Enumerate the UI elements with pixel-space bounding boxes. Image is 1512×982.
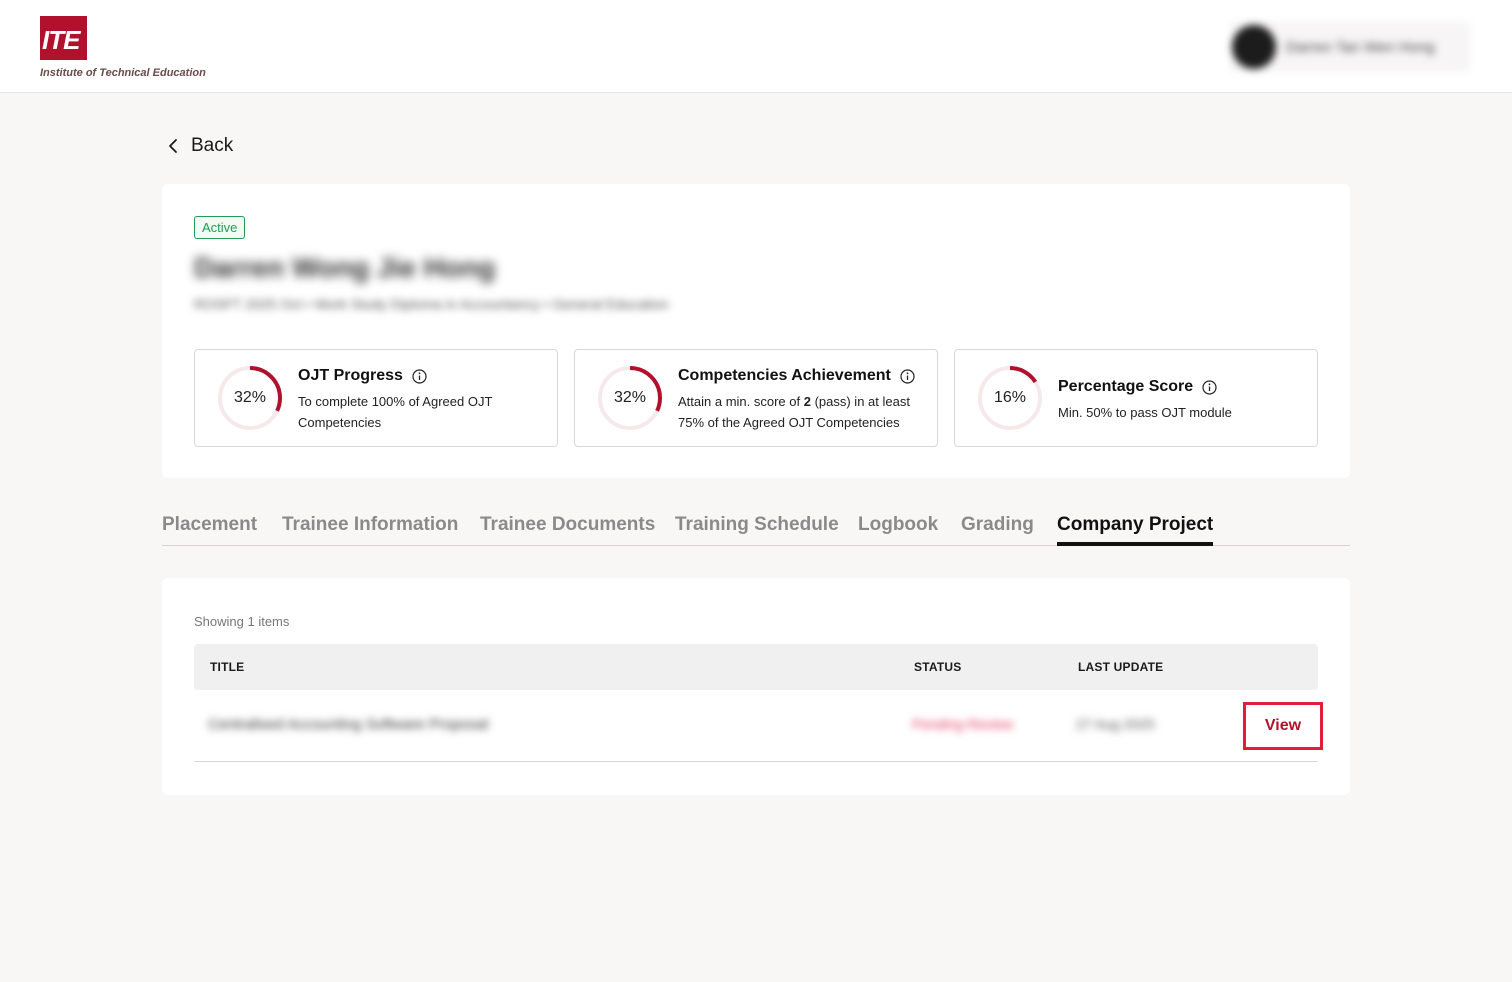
trainee-meta: ROSFT 2025 Oct • Work Study Diploma in A… xyxy=(194,296,669,312)
stat-title-text: Percentage Score xyxy=(1058,378,1194,395)
stat-percent: 32% xyxy=(233,389,267,406)
stat-title: OJT Progress xyxy=(298,367,541,385)
item-count: Showing 1 items xyxy=(194,614,290,629)
tab-trainee-information[interactable]: Trainee Information xyxy=(282,514,458,536)
progress-ring: 32% xyxy=(217,365,283,431)
tab-logbook[interactable]: Logbook xyxy=(858,514,938,536)
ite-logo[interactable]: ITE Institute of Technical Education xyxy=(40,16,206,79)
project-last-update: 27 Aug 2025 xyxy=(1076,716,1155,732)
info-icon[interactable] xyxy=(1202,379,1217,395)
progress-ring: 32% xyxy=(597,365,663,431)
tab-trainee-documents[interactable]: Trainee Documents xyxy=(480,514,655,536)
stat-competencies-achievement: 32% Competencies Achievement Attain a mi… xyxy=(574,349,938,447)
desc-pre: Attain a min. score of xyxy=(678,394,804,409)
desc-bold: 2 xyxy=(803,394,811,409)
stat-body: Competencies Achievement Attain a min. s… xyxy=(678,367,921,433)
stat-body: Percentage Score Min. 50% to pass OJT mo… xyxy=(1058,378,1301,423)
stat-title: Percentage Score xyxy=(1058,378,1301,396)
stat-percent: 16% xyxy=(993,389,1027,406)
chevron-left-icon xyxy=(163,134,183,158)
stat-body: OJT Progress To complete 100% of Agreed … xyxy=(298,367,541,433)
trainee-summary-card: Active Darren Wong Jie Hong ROSFT 2025 O… xyxy=(162,184,1350,478)
tab-bar: Placement Trainee Information Trainee Do… xyxy=(162,510,1350,546)
tab-training-schedule[interactable]: Training Schedule xyxy=(675,514,839,536)
trainee-name: Darren Wong Jie Hong xyxy=(194,252,496,283)
top-bar: ITE Institute of Technical Education Dar… xyxy=(0,0,1512,93)
stat-title: Competencies Achievement xyxy=(678,367,921,385)
column-status: STATUS xyxy=(914,660,962,674)
ite-logo-mark: ITE xyxy=(40,16,87,60)
stat-description: Min. 50% to pass OJT module xyxy=(1058,405,1232,420)
table-header: TITLE STATUS LAST UPDATE xyxy=(194,644,1318,690)
status-badge: Active xyxy=(194,216,246,239)
back-label: Back xyxy=(191,135,234,156)
column-title: TITLE xyxy=(210,660,245,674)
info-icon[interactable] xyxy=(900,368,915,384)
tab-company-project[interactable]: Company Project xyxy=(1057,514,1214,546)
progress-ring: 16% xyxy=(977,365,1043,431)
avatar xyxy=(1232,25,1276,69)
stat-title-text: Competencies Achievement xyxy=(678,367,891,384)
company-project-card: Showing 1 items TITLE STATUS LAST UPDATE… xyxy=(162,578,1350,795)
tab-grading[interactable]: Grading xyxy=(961,514,1034,536)
user-name: Darren Tan Wen Hong xyxy=(1286,38,1435,56)
view-button[interactable]: View xyxy=(1243,702,1323,750)
back-button[interactable]: Back xyxy=(163,134,233,158)
column-last-update: LAST UPDATE xyxy=(1078,660,1164,674)
logo-text: Institute of Technical Education xyxy=(40,67,206,79)
stat-percent: 32% xyxy=(613,389,647,406)
stat-description: To complete 100% of Agreed OJT Competenc… xyxy=(298,394,493,430)
info-icon[interactable] xyxy=(412,368,427,384)
user-menu[interactable]: Darren Tan Wen Hong xyxy=(1230,22,1470,72)
project-title: Centralised Accounting Software Proposal xyxy=(208,716,489,733)
logo-mark-text: ITE xyxy=(42,25,80,55)
project-status: Pending Review xyxy=(912,716,1014,732)
stat-ojt-progress: 32% OJT Progress To complete 100% of Agr… xyxy=(194,349,558,447)
tab-placement[interactable]: Placement xyxy=(162,514,257,536)
stat-percentage-score: 16% Percentage Score Min. 50% to pass OJ… xyxy=(954,349,1318,447)
stat-description: Attain a min. score of 2 (pass) in at le… xyxy=(678,391,921,433)
stat-title-text: OJT Progress xyxy=(298,367,403,384)
table-row: Centralised Accounting Software Proposal… xyxy=(194,690,1323,762)
